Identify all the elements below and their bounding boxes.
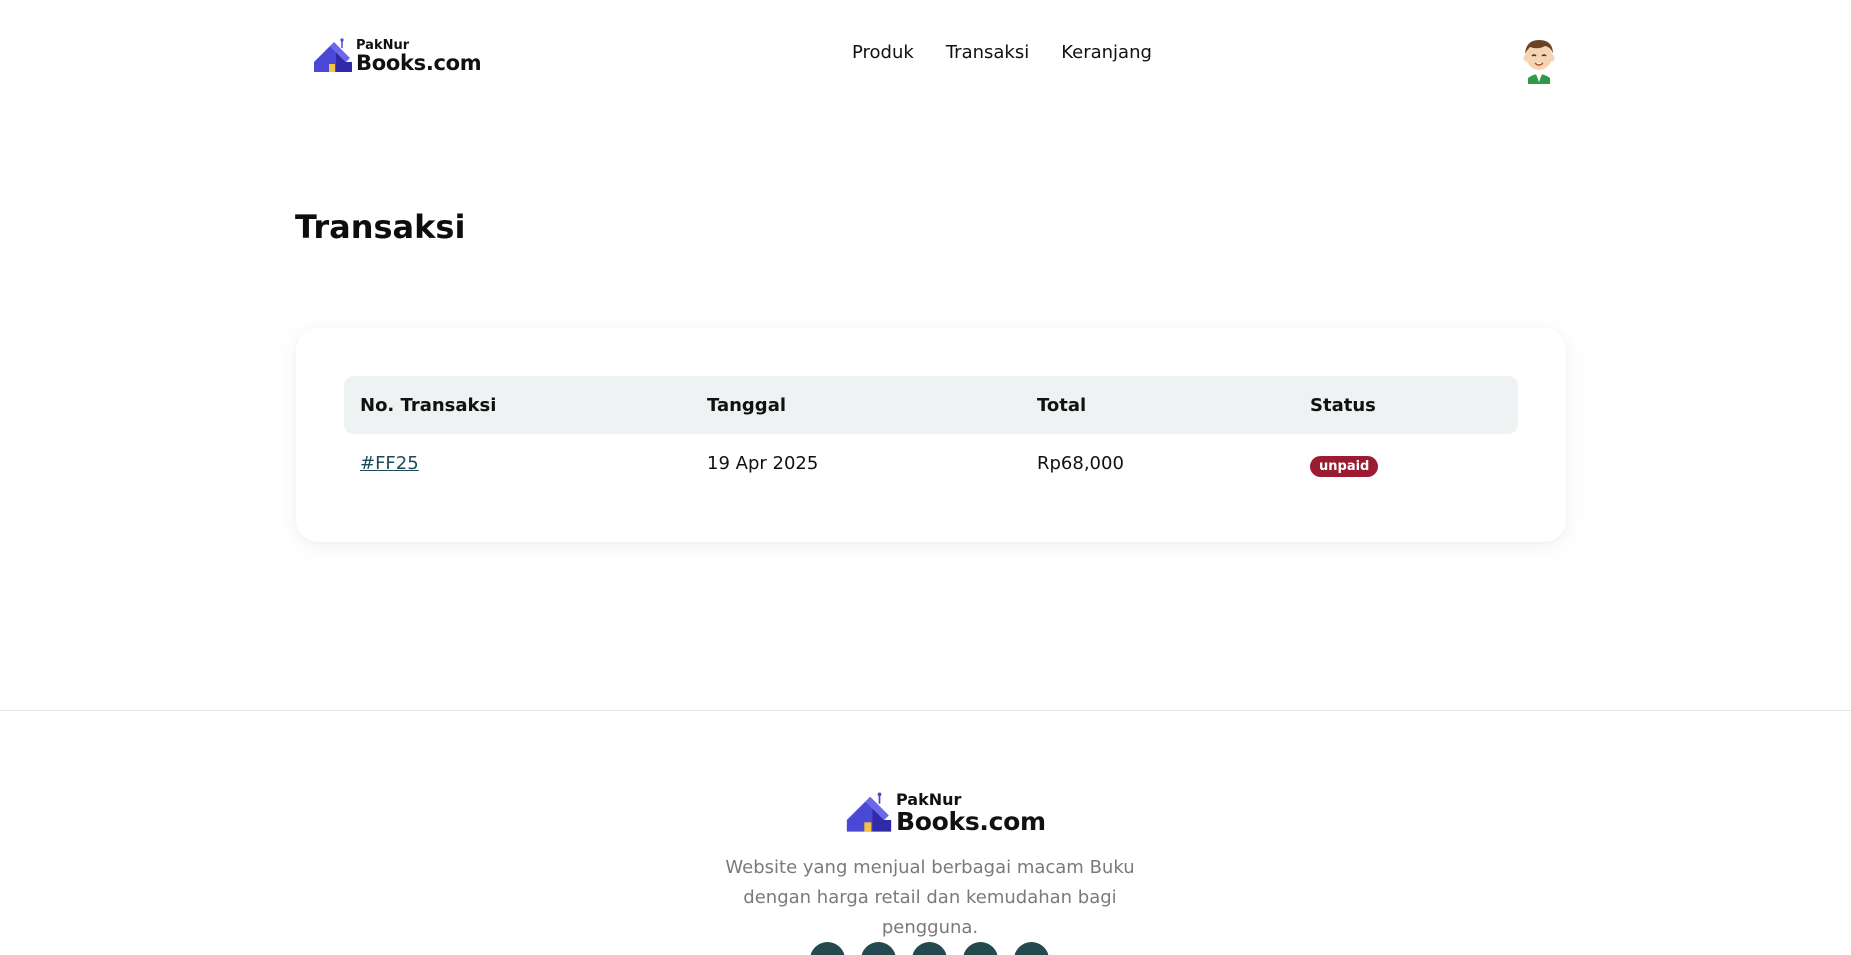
facebook-icon[interactable] xyxy=(810,942,845,955)
twitter-icon[interactable] xyxy=(861,942,896,955)
nav-item-produk[interactable]: Produk xyxy=(852,42,914,63)
house-book-logo-icon xyxy=(314,38,352,72)
column-header-no-transaksi: No. Transaksi xyxy=(360,395,497,416)
social-links xyxy=(810,942,1049,955)
table-header: No. Transaksi Tanggal Total Status xyxy=(344,376,1518,434)
footer-logo-text-big: Books.com xyxy=(896,807,1046,836)
nav-item-transaksi[interactable]: Transaksi xyxy=(946,42,1029,63)
youtube-icon[interactable] xyxy=(1014,942,1049,955)
transaction-id-cell: #FF25 xyxy=(360,453,419,474)
footer-divider xyxy=(0,710,1851,711)
table-row: #FF25 19 Apr 2025 Rp68,000 unpaid xyxy=(344,434,1518,494)
transaction-id-link[interactable]: #FF25 xyxy=(360,453,419,474)
column-header-tanggal: Tanggal xyxy=(707,395,787,416)
house-book-logo-icon xyxy=(846,792,892,832)
transaction-total-cell: Rp68,000 xyxy=(1037,453,1124,474)
linkedin-icon[interactable] xyxy=(963,942,998,955)
status-badge: unpaid xyxy=(1310,456,1379,477)
main-nav: Produk Transaksi Keranjang xyxy=(852,42,1152,63)
logo-text-big: Books.com xyxy=(356,51,482,75)
page-title: Transaksi xyxy=(295,208,466,246)
site-logo[interactable]: PakNur Books.com xyxy=(312,34,482,75)
column-header-total: Total xyxy=(1037,395,1087,416)
instagram-icon[interactable] xyxy=(912,942,947,955)
transactions-card: No. Transaksi Tanggal Total Status #FF25… xyxy=(296,328,1566,542)
nav-item-keranjang[interactable]: Keranjang xyxy=(1061,42,1152,63)
footer-logo[interactable]: PakNur Books.com xyxy=(844,792,1046,834)
user-avatar[interactable] xyxy=(1518,34,1560,84)
column-header-status: Status xyxy=(1310,395,1376,416)
footer-logo-text-small: PakNur xyxy=(896,790,962,809)
footer-description: Website yang menjual berbagai macam Buku… xyxy=(725,857,1135,938)
transaction-date-cell: 19 Apr 2025 xyxy=(707,453,819,474)
site-header: PakNur Books.com Produk Transaksi Keranj… xyxy=(0,0,1851,110)
transaction-status-cell: unpaid xyxy=(1310,453,1379,477)
transactions-table: No. Transaksi Tanggal Total Status #FF25… xyxy=(344,376,1518,494)
